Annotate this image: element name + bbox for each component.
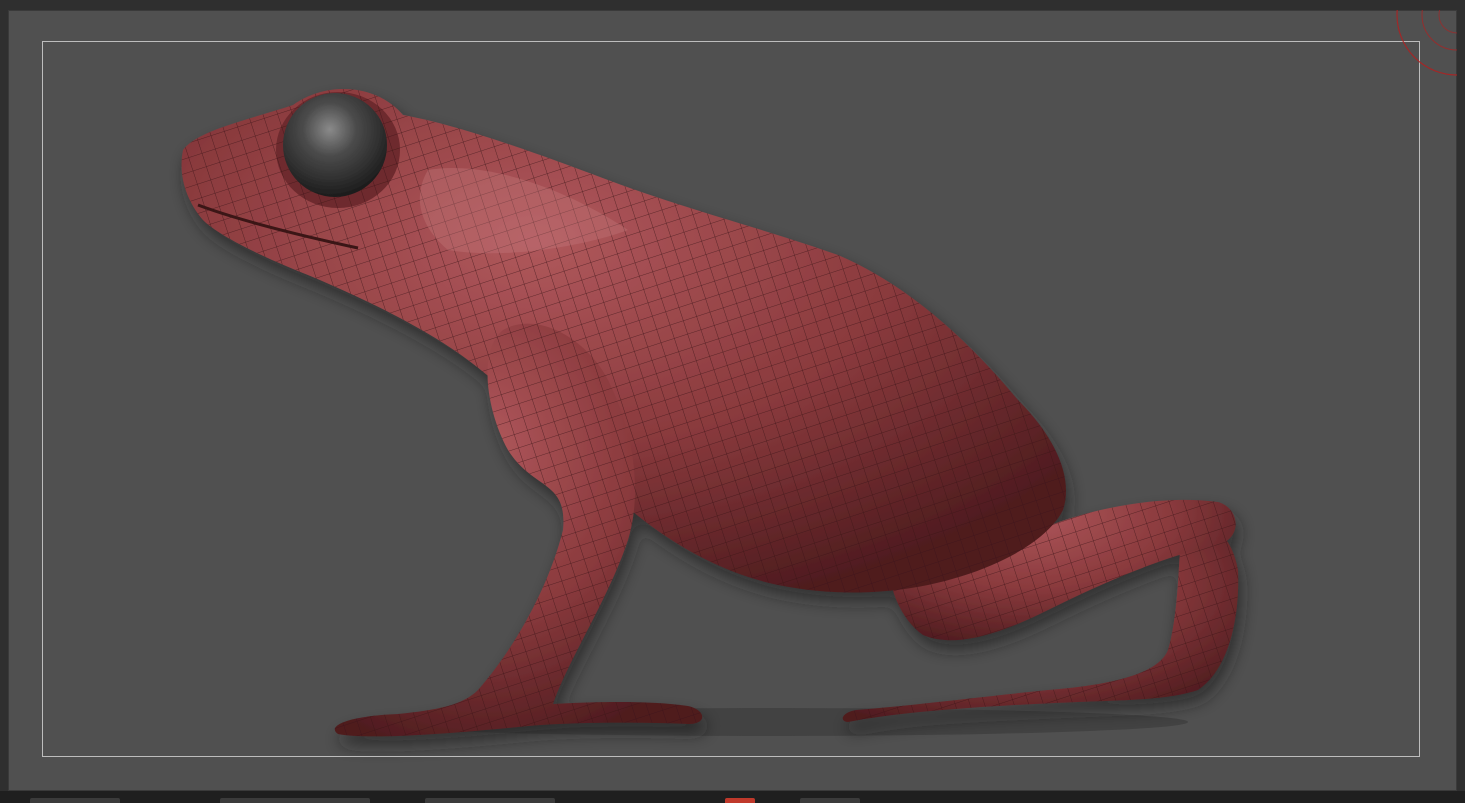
footer-tab-1[interactable] [30, 798, 120, 803]
footer-tab-2[interactable] [220, 798, 370, 803]
footer-tab-5[interactable] [800, 798, 860, 803]
footer-tab-3[interactable] [425, 798, 555, 803]
footer-tab-active[interactable] [725, 798, 755, 803]
navigation-gizmo-icon[interactable] [1377, 10, 1457, 100]
frog-model[interactable] [8, 10, 1457, 791]
viewport-canvas[interactable] [8, 10, 1457, 791]
eye-sphere [283, 93, 387, 197]
frog-body-group [181, 88, 1239, 737]
